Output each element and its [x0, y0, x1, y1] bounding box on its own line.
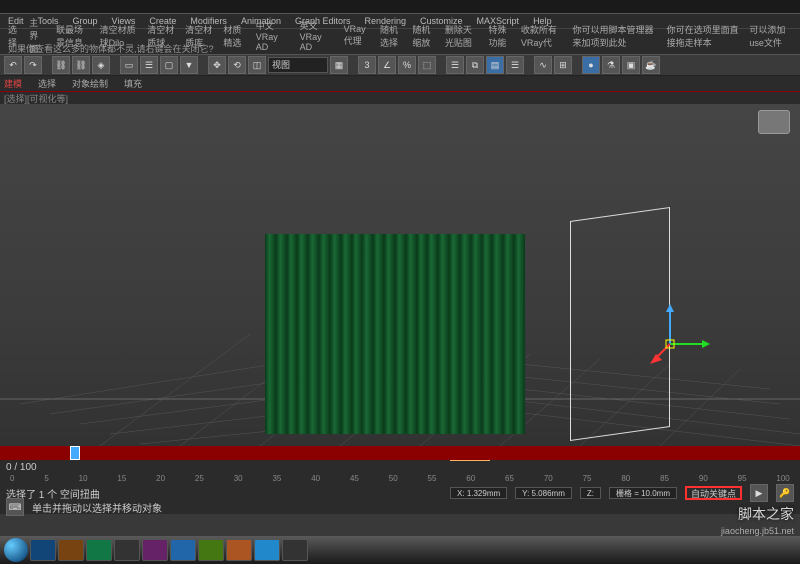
- title-bar: [0, 0, 800, 14]
- mirror-icon[interactable]: ⧉: [466, 56, 484, 74]
- ribbon-tabs: 建模 选择 对象绘制 填充: [0, 76, 800, 92]
- task-item[interactable]: [282, 539, 308, 561]
- frame-range: 0 / 100: [6, 462, 37, 473]
- timeline[interactable]: [0, 446, 800, 460]
- tb-special[interactable]: 特殊功能: [488, 23, 510, 49]
- render-icon[interactable]: ☕: [642, 56, 660, 74]
- render-setup-icon[interactable]: ⚗: [602, 56, 620, 74]
- task-item[interactable]: [58, 539, 84, 561]
- rotate-icon[interactable]: ⟲: [228, 56, 246, 74]
- prompt-hint: 单击并拖动以选择并移动对象: [32, 500, 162, 515]
- auto-key-button[interactable]: 自动关键点: [685, 486, 742, 500]
- tb-vrayad-cn[interactable]: 中文VRay AD: [256, 19, 290, 52]
- main-toolbar: ↶ ↷ ⛓ ⛓ ◈ ▭ ☰ ▢ ▼ ✥ ⟲ ◫ 视图 ▦ 3 ∠ % ⬚ ☰ ⧉…: [0, 54, 800, 76]
- task-item[interactable]: [30, 539, 56, 561]
- time-ruler[interactable]: 0510152025303540455055606570758085909510…: [0, 474, 800, 486]
- tab-fill[interactable]: 填充: [124, 77, 142, 90]
- curve-editor-icon[interactable]: ∿: [534, 56, 552, 74]
- tb-randsel[interactable]: 随机选择: [380, 23, 402, 49]
- tb-collectvray[interactable]: 收款所有VRay代: [521, 23, 563, 49]
- perspective-viewport[interactable]: [0, 104, 800, 446]
- watermark-url: jiaocheng.jb51.net: [721, 526, 794, 536]
- pivot-icon[interactable]: ▦: [330, 56, 348, 74]
- windows-taskbar[interactable]: [0, 536, 800, 564]
- tb-delsky[interactable]: 删除天光贴图: [445, 23, 479, 49]
- coord-y[interactable]: Y: 5.086mm: [515, 487, 572, 499]
- undo-icon[interactable]: ↶: [4, 56, 22, 74]
- link-icon[interactable]: ⛓: [52, 56, 70, 74]
- snap-icon[interactable]: 3: [358, 56, 376, 74]
- scale-icon[interactable]: ◫: [248, 56, 266, 74]
- tb-vrayproxy[interactable]: VRay 代理: [344, 24, 370, 47]
- transform-gizmo[interactable]: [650, 304, 710, 364]
- tb-vrayad-en[interactable]: 英文VRay AD: [300, 19, 334, 52]
- start-button[interactable]: [4, 538, 28, 562]
- grid-size: 栅格 = 10.0mm: [609, 487, 677, 499]
- task-item[interactable]: [198, 539, 224, 561]
- task-item[interactable]: [114, 539, 140, 561]
- task-item[interactable]: [86, 539, 112, 561]
- bind-icon[interactable]: ◈: [92, 56, 110, 74]
- schematic-icon[interactable]: ⊞: [554, 56, 572, 74]
- play-icon[interactable]: ▶: [750, 484, 768, 502]
- watermark-text: 脚本之家: [738, 504, 794, 524]
- tb-matsel[interactable]: 材质精选: [223, 23, 245, 49]
- tb-adduse[interactable]: 可以添加use文件: [749, 23, 792, 49]
- tab-select[interactable]: 选择: [38, 77, 56, 90]
- ref-coord-dropdown[interactable]: 视图: [268, 57, 328, 73]
- custom-toolbar: 选择 主界面 联最场景信息 清空材质球Dilo 清空材质球 清空材质库 材质精选…: [0, 28, 800, 42]
- coord-x[interactable]: X: 1.329mm: [450, 487, 507, 499]
- render-frame-icon[interactable]: ▣: [622, 56, 640, 74]
- select-icon[interactable]: ▭: [120, 56, 138, 74]
- redo-icon[interactable]: ↷: [24, 56, 42, 74]
- material-icon[interactable]: ●: [582, 56, 600, 74]
- task-item[interactable]: [142, 539, 168, 561]
- time-cursor[interactable]: [70, 446, 80, 460]
- move-icon[interactable]: ✥: [208, 56, 226, 74]
- tb-scriptmgr[interactable]: 你可以用脚本管理器来加项到此处: [573, 23, 657, 49]
- align-icon[interactable]: ▤: [486, 56, 504, 74]
- tb-randscale[interactable]: 随机缩放: [412, 23, 434, 49]
- layer-icon[interactable]: ☰: [506, 56, 524, 74]
- maxscript-icon[interactable]: ⌨: [6, 498, 24, 516]
- select-name-icon[interactable]: ☰: [140, 56, 158, 74]
- coord-z[interactable]: Z:: [580, 487, 601, 499]
- status-bar: 选择了 1 个 空间扭曲 X: 1.329mm Y: 5.086mm Z: 栅格…: [0, 486, 800, 500]
- viewcube[interactable]: [758, 110, 790, 134]
- tb-dragopt[interactable]: 你可在选项里面直接拖走样本: [667, 23, 740, 49]
- task-item[interactable]: [170, 539, 196, 561]
- named-sel-icon[interactable]: ☰: [446, 56, 464, 74]
- task-item[interactable]: [254, 539, 280, 561]
- select-region-icon[interactable]: ▢: [160, 56, 178, 74]
- spinner-snap-icon[interactable]: ⬚: [418, 56, 436, 74]
- key-icon[interactable]: 🔑: [776, 484, 794, 502]
- angle-snap-icon[interactable]: ∠: [378, 56, 396, 74]
- tab-paint[interactable]: 对象绘制: [72, 77, 108, 90]
- tab-model[interactable]: 建模: [4, 77, 22, 90]
- sub-tabs: [选择][可视化等]: [0, 92, 800, 104]
- task-item[interactable]: [226, 539, 252, 561]
- hint-bar: ⌨ 单击并拖动以选择并移动对象: [0, 500, 800, 514]
- frame-row: 0 / 100: [0, 460, 800, 474]
- filter-icon[interactable]: ▼: [180, 56, 198, 74]
- unlink-icon[interactable]: ⛓: [72, 56, 90, 74]
- percent-snap-icon[interactable]: %: [398, 56, 416, 74]
- curtain-object[interactable]: [265, 234, 525, 434]
